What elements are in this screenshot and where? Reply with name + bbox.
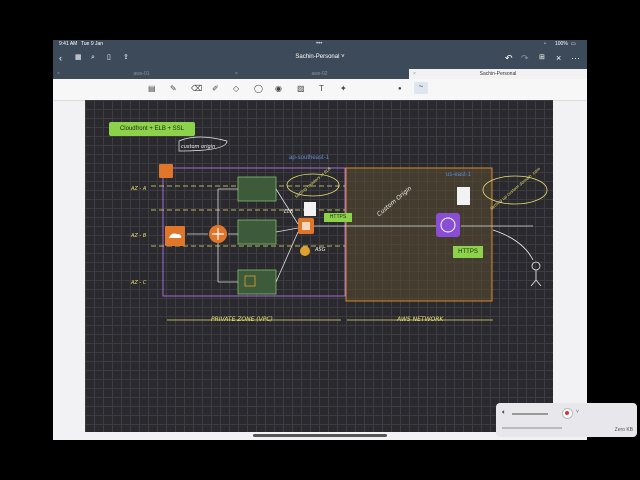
custom-origin-server-icon bbox=[436, 213, 460, 237]
region-us-east-label: us-east-1 bbox=[446, 172, 472, 178]
redo-icon[interactable]: ↷ bbox=[521, 52, 529, 64]
battery-percent: 100% bbox=[555, 41, 568, 47]
certificate-icon bbox=[304, 202, 316, 216]
chevron-down-icon[interactable]: ˅ bbox=[576, 409, 579, 415]
tab-close-icon[interactable]: × bbox=[235, 69, 238, 79]
volume-slider[interactable] bbox=[512, 413, 548, 415]
pen-icon[interactable]: ✎ bbox=[170, 84, 177, 94]
navigation-bar: ‹ ▦ ⌕ ▯ ⇪ Sachin-Personal ˅ ↶ ↷ ⊞ × ⋯ bbox=[53, 49, 587, 68]
https-label-origin: HTTPS bbox=[453, 246, 483, 258]
lasso-icon[interactable]: ◯ bbox=[254, 84, 263, 94]
speaker-icon[interactable]: 🔈︎ bbox=[502, 409, 506, 417]
aws-network-label: AWS NETWORK bbox=[397, 316, 444, 323]
az-a-label: AZ - A bbox=[131, 186, 147, 192]
asg-label: ASG bbox=[315, 247, 326, 253]
az-c-label: AZ - C bbox=[131, 280, 147, 286]
pages-icon[interactable]: ▤ bbox=[148, 84, 156, 94]
elb-label: ELB bbox=[284, 209, 294, 215]
user-figure bbox=[531, 261, 541, 271]
architecture-diagram bbox=[151, 136, 548, 321]
record-dot-icon bbox=[565, 411, 569, 415]
domain-certificate-icon bbox=[457, 187, 470, 205]
image-icon[interactable]: ▨ bbox=[297, 84, 305, 94]
note-canvas[interactable]: Cloudfront + ELB + SSL custom origin ap-… bbox=[85, 100, 553, 432]
tab-label: Sachin-Personal bbox=[479, 71, 517, 77]
battery-icon: ▭ bbox=[571, 41, 576, 47]
highlighter-icon[interactable]: ✐ bbox=[212, 84, 219, 94]
region-ap-southeast-label: ap-southeast-1 bbox=[289, 155, 330, 161]
tab-sachin-personal[interactable]: × Sachin-Personal bbox=[409, 69, 587, 79]
cloudfront-elb-ssl-label: Cloudfront + ELB + SSL bbox=[109, 122, 195, 136]
tab-close-icon[interactable]: × bbox=[413, 69, 416, 79]
private-zone-label: PRIVATE ZONE (VPC) bbox=[211, 316, 273, 323]
multitask-dots-icon[interactable]: ••• bbox=[316, 41, 322, 47]
eraser-icon[interactable]: ⌫ bbox=[191, 84, 202, 94]
undo-icon[interactable]: ↶ bbox=[505, 52, 513, 64]
close-icon[interactable]: × bbox=[556, 52, 561, 64]
text-icon[interactable]: T bbox=[319, 84, 324, 94]
tab-aws-02[interactable]: × aws-02 bbox=[231, 69, 408, 79]
custom-origin-boundary bbox=[345, 167, 493, 302]
wifi-icon: ◔ bbox=[543, 41, 547, 47]
camera-icon[interactable]: ◉ bbox=[275, 84, 282, 94]
drawing-toolbar: ▤ ✎ ⌫ ✐ ◇ ◯ ◉ ▨ T ✦ ● ~ bbox=[53, 79, 587, 101]
custom-origin-note: custom origin bbox=[181, 144, 216, 150]
laser-icon[interactable]: ✦ bbox=[340, 84, 347, 94]
instance-az-b bbox=[237, 219, 277, 245]
more-icon[interactable]: ⋯ bbox=[571, 52, 580, 64]
chevron-down-icon: ˅ bbox=[341, 54, 345, 60]
add-page-icon[interactable]: ⊞ bbox=[539, 52, 545, 64]
tab-label: aws-02 bbox=[311, 71, 328, 77]
stroke-width-icon[interactable]: ~ bbox=[414, 82, 428, 94]
screen-recorder-widget[interactable]: 🔈︎ ˅ Zero KB bbox=[496, 403, 637, 437]
cloudfront-small-icon bbox=[159, 164, 173, 178]
status-time: 9:41 AM bbox=[59, 41, 78, 47]
tab-label: aws-01 bbox=[133, 71, 150, 77]
https-label-elb: HTTPS bbox=[324, 213, 352, 222]
asg-icon bbox=[300, 246, 310, 256]
instance-az-a bbox=[237, 176, 277, 202]
tab-close-icon[interactable]: × bbox=[57, 69, 60, 79]
document-title-text: Sachin-Personal bbox=[295, 54, 340, 60]
home-indicator[interactable] bbox=[253, 434, 387, 437]
shapes-icon[interactable]: ◇ bbox=[233, 84, 239, 94]
tab-aws-01[interactable]: × aws-01 bbox=[53, 69, 230, 79]
color-dot-icon[interactable]: ● bbox=[398, 84, 402, 94]
recording-progress bbox=[502, 427, 562, 429]
tab-bar: × aws-01 × aws-02 × Sachin-Personal bbox=[53, 68, 587, 79]
az-b-label: AZ - B bbox=[131, 233, 147, 239]
ipad-screen: 9:41 AM Tue 9 Jan ••• ◔ 100% ▭ ‹ ▦ ⌕ ▯ ⇪… bbox=[53, 40, 587, 440]
status-bar: 9:41 AM Tue 9 Jan ••• ◔ 100% ▭ bbox=[53, 40, 587, 49]
instance-az-c bbox=[237, 269, 277, 295]
status-date: Tue 9 Jan bbox=[81, 41, 104, 47]
recording-size: Zero KB bbox=[614, 427, 633, 433]
